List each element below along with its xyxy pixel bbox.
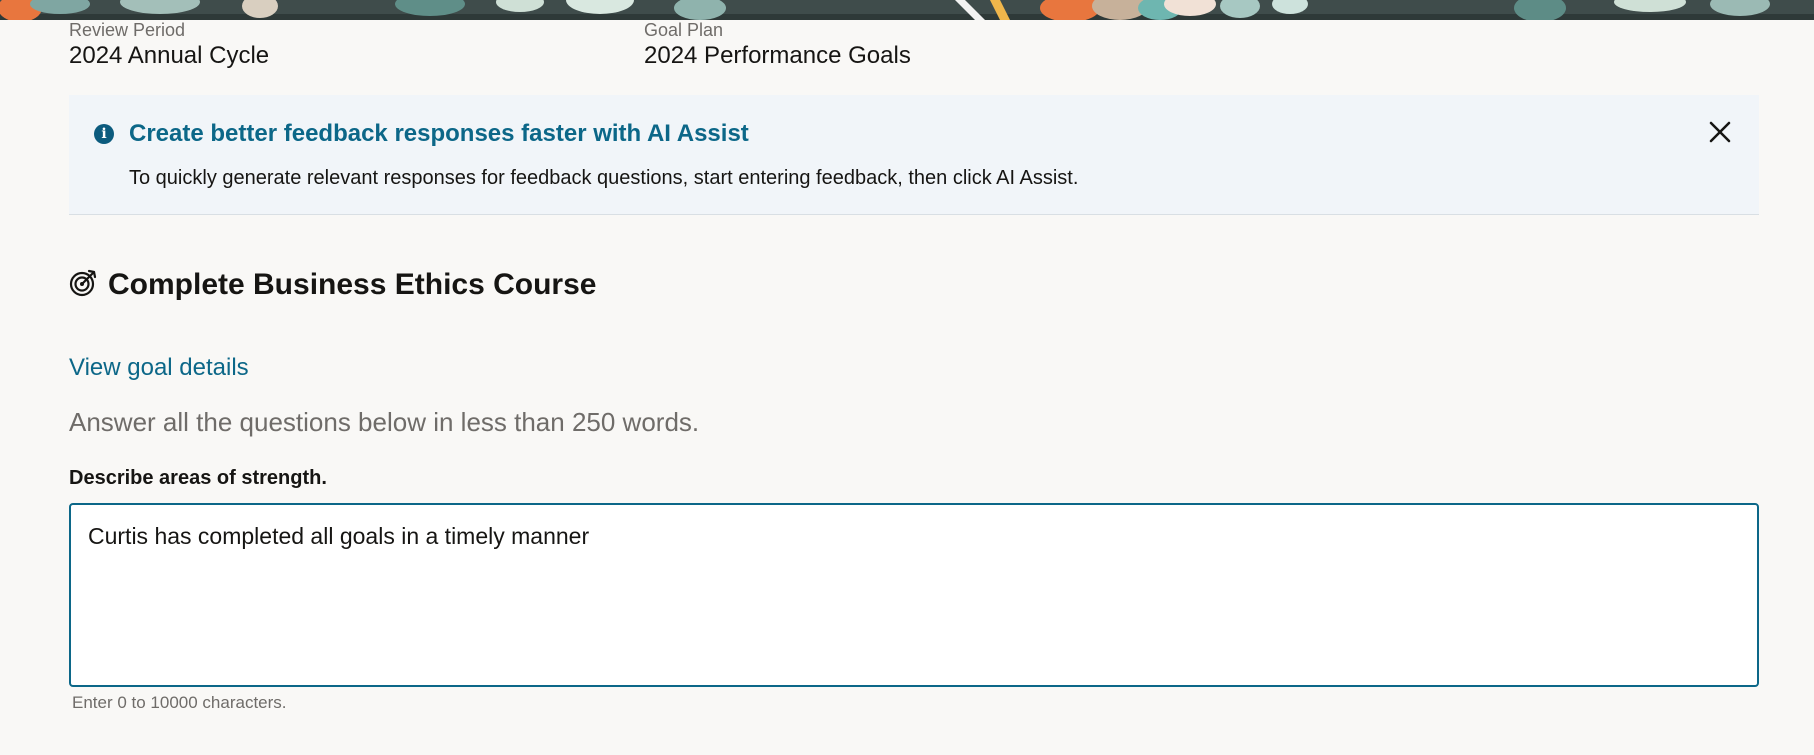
ai-assist-banner-message: To quickly generate relevant responses f… (129, 167, 1079, 189)
review-period-value: 2024 Annual Cycle (69, 42, 270, 69)
review-period-label: Review Period (69, 20, 186, 40)
close-banner-button[interactable] (1703, 115, 1737, 149)
goal-plan-label: Goal Plan (644, 20, 724, 40)
decorative-banner (0, 0, 1814, 20)
character-limit-hint: Enter 0 to 10000 characters. (72, 693, 287, 712)
goal-plan-field: Goal Plan 2024 Performance Goals (644, 19, 911, 71)
target-icon (69, 268, 99, 298)
ai-assist-banner-title: Create better feedback responses faster … (129, 120, 749, 147)
goal-plan-value: 2024 Performance Goals (644, 42, 911, 69)
info-icon: i (94, 124, 114, 144)
goal-heading: Complete Business Ethics Course (69, 265, 596, 305)
close-icon[interactable] (1703, 115, 1737, 149)
goal-title: Complete Business Ethics Course (108, 268, 597, 301)
review-period-field: Review Period 2024 Annual Cycle (69, 19, 269, 71)
question-label-strengths: Describe areas of strength. (69, 467, 327, 489)
ai-assist-info-banner: i Create better feedback responses faste… (69, 95, 1759, 215)
questions-instructions: Answer all the questions below in less t… (69, 407, 700, 437)
strengths-answer-field[interactable]: Curtis has completed all goals in a time… (69, 503, 1759, 687)
view-goal-details-link[interactable]: View goal details (69, 353, 249, 383)
